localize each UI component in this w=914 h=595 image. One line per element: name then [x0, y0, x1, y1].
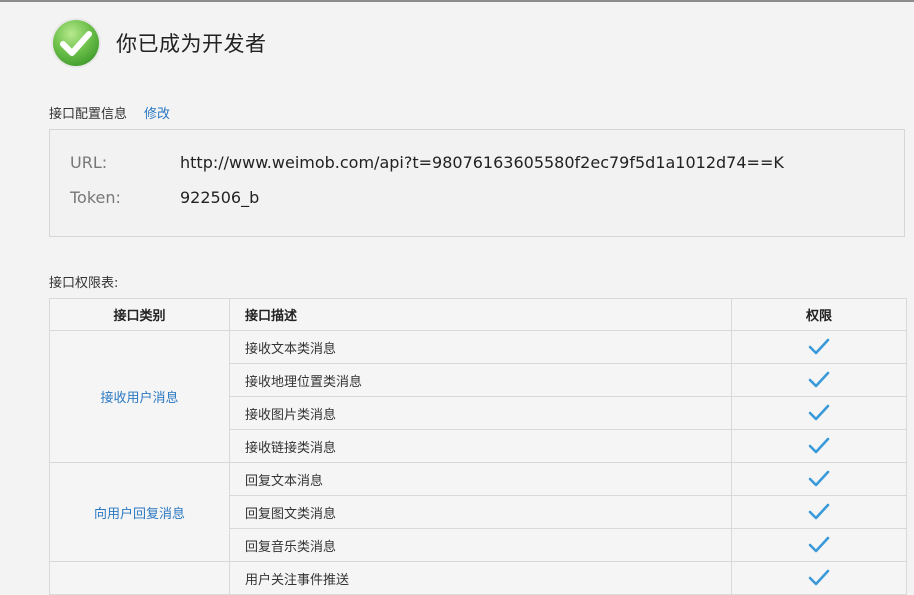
- description-cell: 接收图片类消息: [229, 396, 732, 430]
- table-row: 向用户回复消息 回复文本消息: [49, 462, 907, 562]
- permission-cell: [731, 528, 907, 562]
- config-section-title: 接口配置信息: [49, 107, 128, 122]
- header-category: 接口类别: [49, 298, 230, 331]
- category-cell[interactable]: 向用户回复消息: [49, 462, 230, 562]
- description-cell: 接收文本类消息: [229, 330, 732, 364]
- token-value: 922506_b: [180, 188, 260, 207]
- top-border: [0, 0, 914, 2]
- permission-cell: [731, 561, 907, 595]
- permission-cell: [731, 495, 907, 529]
- permission-cell: [731, 363, 907, 397]
- success-check-circle-icon: [51, 18, 101, 68]
- table-row: 接收用户消息 接收文本类消息: [49, 330, 907, 463]
- permission-cell: [731, 330, 907, 364]
- description-cell: 回复图文类消息: [229, 495, 732, 529]
- edit-config-link[interactable]: 修改: [144, 103, 170, 122]
- url-label: URL:: [70, 153, 108, 172]
- permission-cell: [731, 396, 907, 430]
- description-cell: 回复文本消息: [229, 462, 732, 496]
- header-description: 接口描述: [229, 298, 732, 331]
- description-cell: 接收地理位置类消息: [229, 363, 732, 397]
- category-cell: [49, 561, 230, 595]
- table-header-row: 接口类别 接口描述 权限: [49, 298, 907, 331]
- check-icon: [808, 470, 830, 487]
- description-cell: 接收链接类消息: [229, 429, 732, 463]
- check-icon: [808, 371, 830, 388]
- description-cell: 回复音乐类消息: [229, 528, 732, 562]
- permissions-table: 接口类别 接口描述 权限 接收用户消息 接收文本类消息 接收地理位置类消息 接收图片类…: [49, 298, 907, 595]
- check-icon: [808, 404, 830, 421]
- config-info-box: URL: http://www.weimob.com/api?t=9807616…: [49, 129, 905, 237]
- check-icon: [808, 503, 830, 520]
- check-icon: [808, 338, 830, 355]
- category-cell[interactable]: 接收用户消息: [49, 330, 230, 463]
- permissions-section-title: 接口权限表:: [49, 276, 119, 291]
- check-icon: [808, 437, 830, 454]
- token-label: Token:: [70, 188, 121, 207]
- table-row: 用户关注事件推送: [49, 561, 907, 595]
- check-icon: [808, 536, 830, 553]
- description-cell: 用户关注事件推送: [229, 561, 732, 595]
- permissions-table-body: 接收用户消息 接收文本类消息 接收地理位置类消息 接收图片类消息 接收链接类消息 向用户回…: [49, 330, 907, 595]
- page-title: 你已成为开发者: [116, 32, 267, 56]
- check-icon: [808, 569, 830, 586]
- header-permission: 权限: [731, 298, 907, 331]
- url-value: http://www.weimob.com/api?t=980761636055…: [180, 153, 784, 172]
- permission-cell: [731, 429, 907, 463]
- permission-cell: [731, 462, 907, 496]
